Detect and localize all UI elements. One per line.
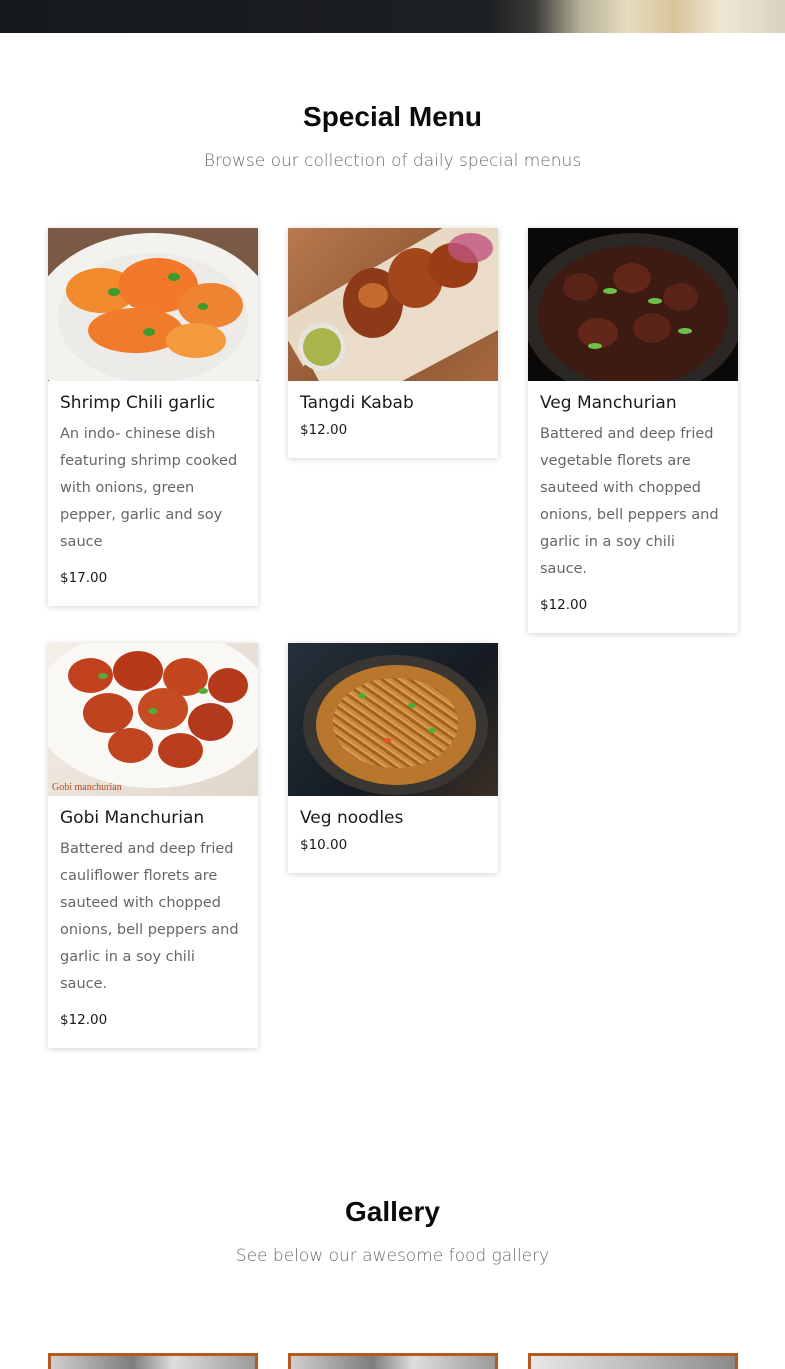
special-menu-subtitle: Browse our collection of daily special m… — [203, 151, 582, 171]
gallery-image[interactable] — [528, 1353, 738, 1369]
menu-item-name: Shrimp Chili garlic — [60, 393, 216, 413]
special-menu-title: Special Menu — [303, 101, 482, 132]
menu-item-price: $10.00 — [300, 837, 348, 853]
menu-card[interactable]: Veg noodles $10.00 — [288, 643, 498, 873]
veg-noodles-dish-image — [288, 643, 498, 796]
menu-item-price: $12.00 — [300, 422, 348, 438]
menu-item-name: Tangdi Kabab — [300, 393, 414, 413]
menu-item-description: Battered and deep fried cauliflower flor… — [60, 841, 239, 992]
menu-item-price: $12.00 — [60, 1012, 108, 1028]
menu-card[interactable]: Tangdi Kabab $12.00 — [288, 228, 498, 458]
veg-manchurian-dish-image — [528, 228, 738, 381]
gallery-image[interactable] — [48, 1353, 258, 1369]
menu-item-price: $17.00 — [60, 570, 108, 586]
shrimp-dish-image — [48, 228, 258, 381]
image-caption: Gobi manchurian — [52, 782, 122, 793]
gallery-subtitle: See below our awesome food gallery — [235, 1246, 550, 1266]
menu-card[interactable]: Shrimp Chili garlic An indo- chinese dis… — [48, 228, 258, 606]
gallery-title: Gallery — [345, 1196, 440, 1227]
hero-banner-strip — [0, 0, 785, 33]
menu-item-name: Veg noodles — [300, 808, 404, 828]
chicken-kabab-dish-image — [288, 228, 498, 381]
menu-item-description: An indo- chinese dish featuring shrimp c… — [60, 426, 238, 550]
gobi-manchurian-dish-image: Gobi manchurian — [48, 643, 258, 796]
menu-item-name: Veg Manchurian — [540, 393, 677, 413]
gallery-image[interactable] — [288, 1353, 498, 1369]
menu-card[interactable]: Gobi manchurian Gobi Manchurian Battered… — [48, 643, 258, 1048]
menu-item-price: $12.00 — [540, 597, 588, 613]
menu-item-description: Battered and deep fried vegetable floret… — [540, 426, 719, 577]
menu-item-name: Gobi Manchurian — [60, 808, 205, 828]
menu-card[interactable]: Veg Manchurian Battered and deep fried v… — [528, 228, 738, 633]
